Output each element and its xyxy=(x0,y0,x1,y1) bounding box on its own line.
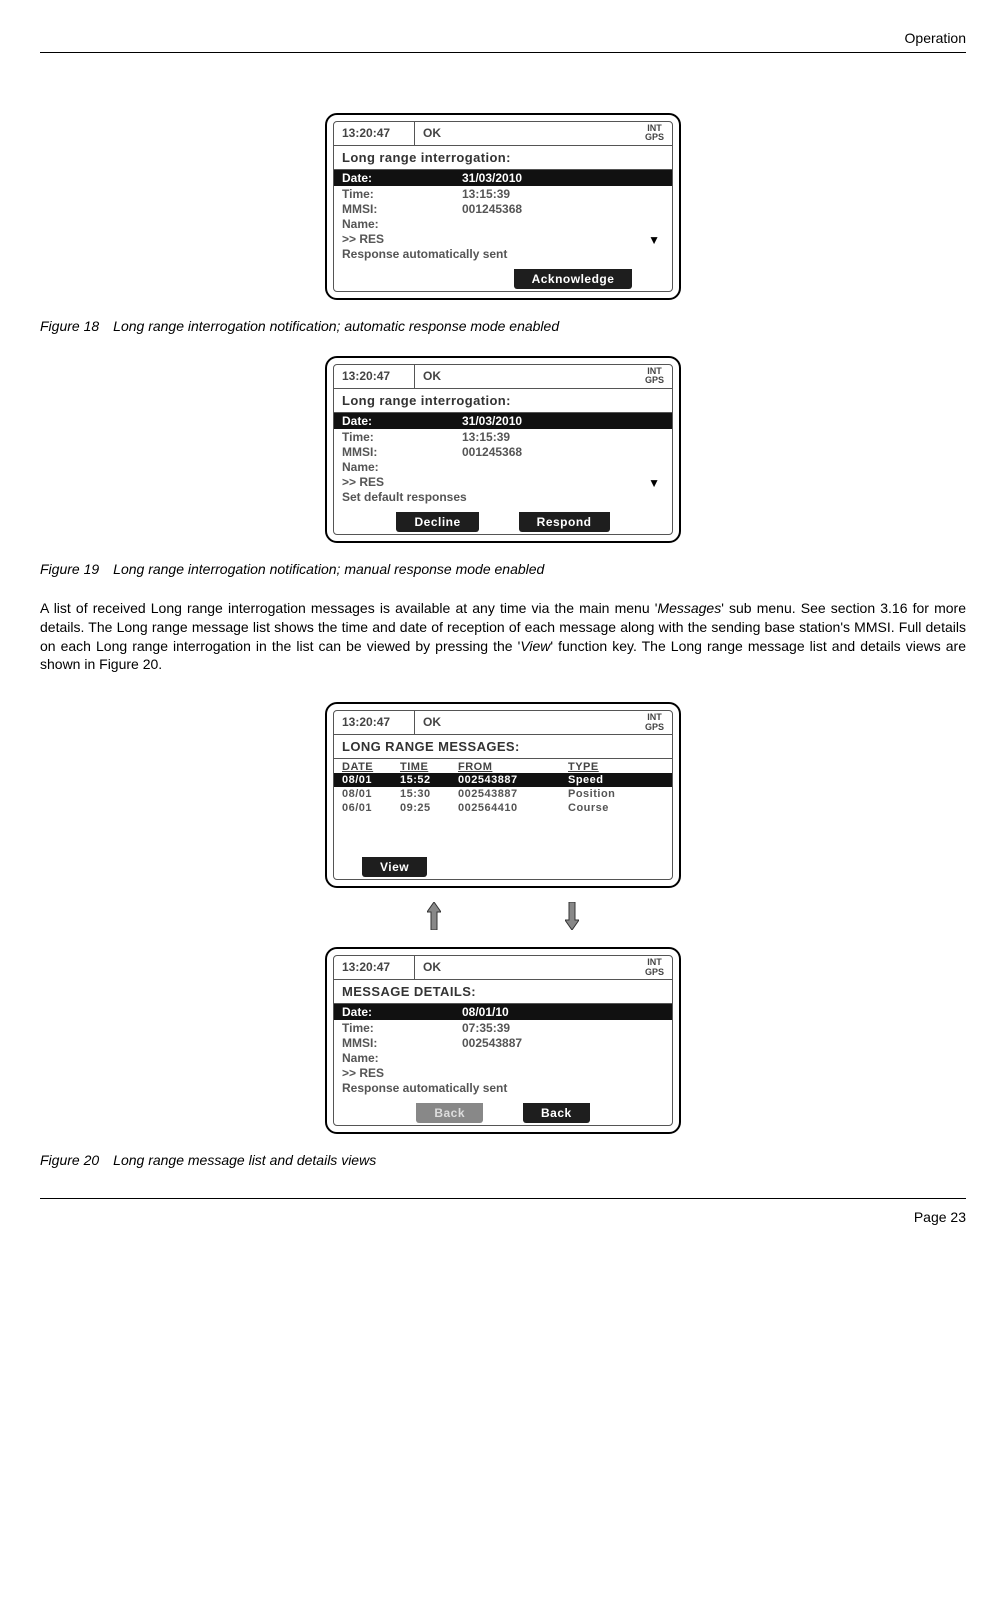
status-intgps: INTGPS xyxy=(637,122,672,145)
row-date-highlight[interactable]: Date:31/03/2010 xyxy=(334,170,672,186)
row-mmsi: MMSI:002543887 xyxy=(342,1036,664,1050)
list-item[interactable]: 08/01 15:30 002543887 Position xyxy=(334,787,672,801)
nav-arrows xyxy=(40,902,966,933)
row-time: Time:13:15:39 xyxy=(342,430,664,444)
back-button[interactable]: Back xyxy=(523,1103,590,1123)
status-ok: OK xyxy=(415,122,637,145)
row-res: >> RES xyxy=(342,232,664,246)
status-intgps: INTGPS xyxy=(637,711,672,734)
body-paragraph: A list of received Long range interrogat… xyxy=(40,599,966,675)
row-mmsi: MMSI:001245368 xyxy=(342,445,664,459)
status-bar: 13:20:47 OK INTGPS xyxy=(334,122,672,145)
status-intgps: INTGPS xyxy=(637,365,672,388)
page-footer: Page 23 xyxy=(40,1198,966,1225)
status-time: 13:20:47 xyxy=(334,122,415,145)
screen-title: Long range interrogation: xyxy=(334,145,672,169)
screen-title: MESSAGE DETAILS: xyxy=(334,979,672,1003)
figure-19-device: 13:20:47 OK INTGPS Long range interrogat… xyxy=(40,356,966,543)
status-time: 13:20:47 xyxy=(334,711,415,734)
view-button[interactable]: View xyxy=(362,857,427,877)
status-ok: OK xyxy=(415,956,637,979)
figure-19-caption: Figure 19Long range interrogation notifi… xyxy=(40,561,966,577)
list-item[interactable]: 06/01 09:25 002564410 Course xyxy=(334,801,672,815)
figure-18-caption: Figure 18Long range interrogation notifi… xyxy=(40,318,966,334)
respond-button[interactable]: Respond xyxy=(519,512,610,532)
back-button-disabled: Back xyxy=(416,1103,483,1123)
row-date-highlight[interactable]: Date:08/01/10 xyxy=(334,1004,672,1020)
row-res: >> RES xyxy=(342,1066,664,1080)
row-name: Name: xyxy=(342,1051,664,1065)
figure-18-device: 13:20:47 OK INTGPS Long range interrogat… xyxy=(40,113,966,300)
status-ok: OK xyxy=(415,711,637,734)
list-header: DATE TIME FROM TYPE xyxy=(334,759,672,773)
screen-title: Long range interrogation: xyxy=(334,388,672,412)
row-name: Name: xyxy=(342,217,664,231)
row-res: >> RES xyxy=(342,475,664,489)
row-time: Time:07:35:39 xyxy=(342,1021,664,1035)
status-ok: OK xyxy=(415,365,637,388)
page-header-section: Operation xyxy=(40,30,966,53)
status-time: 13:20:47 xyxy=(334,956,415,979)
list-item[interactable]: 08/01 15:52 002543887 Speed xyxy=(334,773,672,787)
row-date-highlight[interactable]: Date:31/03/2010 xyxy=(334,413,672,429)
figure-20-details-device: 13:20:47 OK INTGPS MESSAGE DETAILS: Date… xyxy=(40,947,966,1134)
status-time: 13:20:47 xyxy=(334,365,415,388)
scroll-down-icon[interactable]: ▼ xyxy=(648,233,660,247)
decline-button[interactable]: Decline xyxy=(396,512,478,532)
footer-line: Set default responses▼ xyxy=(342,490,664,504)
status-bar: 13:20:47 OK INTGPS xyxy=(334,365,672,388)
footer-line: Response automatically sent xyxy=(342,1081,664,1095)
status-intgps: INTGPS xyxy=(637,956,672,979)
acknowledge-button[interactable]: Acknowledge xyxy=(514,269,633,289)
footer-line: Response automatically sent▼ xyxy=(342,247,664,261)
figure-20-caption: Figure 20Long range message list and det… xyxy=(40,1152,966,1168)
row-name: Name: xyxy=(342,460,664,474)
figure-20-list-device: 13:20:47 OK INTGPS LONG RANGE MESSAGES: … xyxy=(40,702,966,888)
scroll-down-icon[interactable]: ▼ xyxy=(648,476,660,490)
arrow-down-icon xyxy=(565,902,579,930)
arrow-up-icon xyxy=(427,902,441,930)
screen-title: LONG RANGE MESSAGES: xyxy=(334,734,672,758)
status-bar: 13:20:47 OK INTGPS xyxy=(334,956,672,979)
row-time: Time:13:15:39 xyxy=(342,187,664,201)
status-bar: 13:20:47 OK INTGPS xyxy=(334,711,672,734)
row-mmsi: MMSI:001245368 xyxy=(342,202,664,216)
